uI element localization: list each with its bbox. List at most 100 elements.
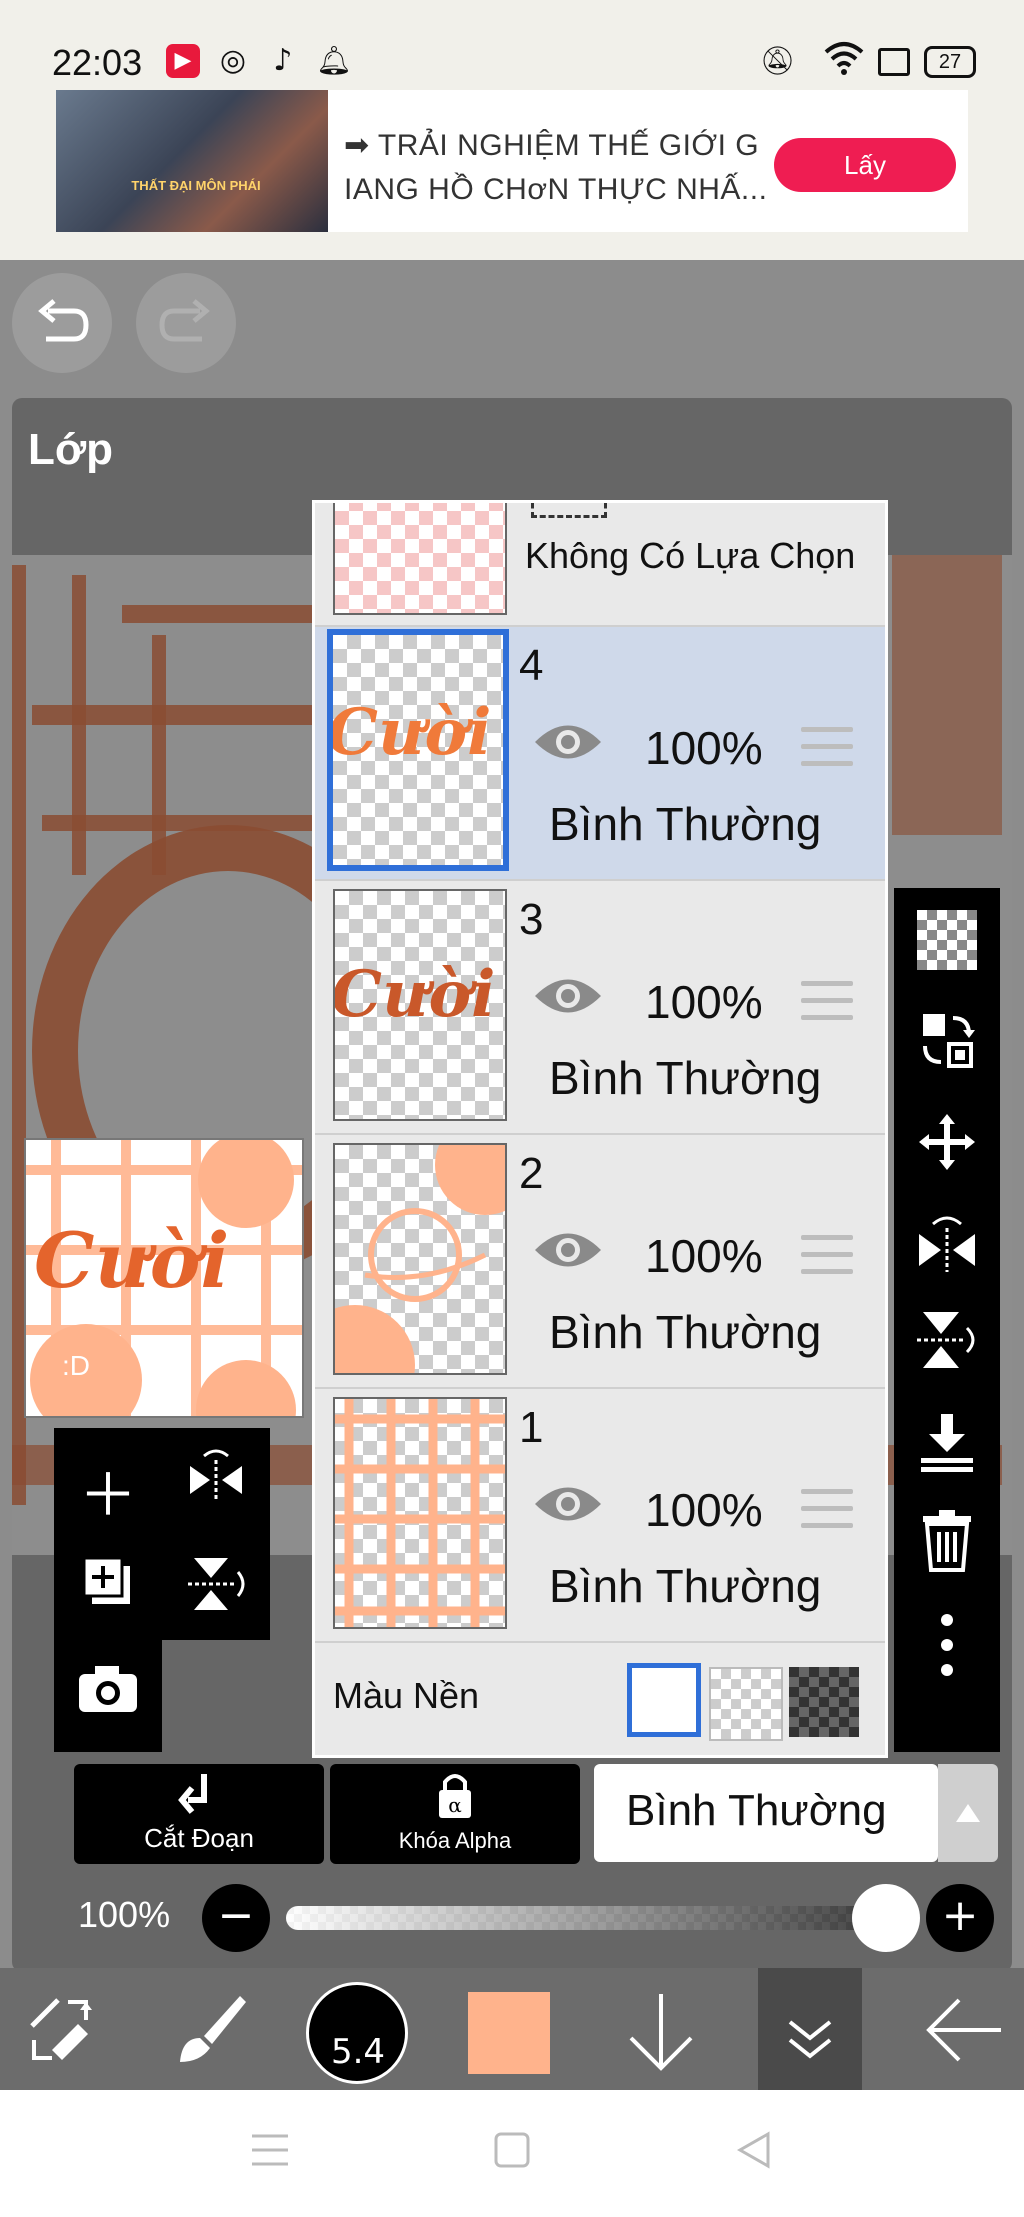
flip-horizontal-button[interactable] [162,1446,270,1510]
background-label: Màu Nền [333,1675,480,1716]
ad-banner[interactable]: THẤT ĐẠI MÔN PHÁI ➡ TRẢI NGHIỆM THẾ GIỚI… [56,90,968,232]
flip-horizontal-icon [190,1449,242,1502]
bg-dark-checker-option[interactable] [789,1667,859,1737]
delete-layer-button[interactable] [894,1508,1000,1576]
swap-layer-button[interactable] [894,1008,1000,1076]
clip-arrow-icon [178,1774,207,1814]
layer-row-3[interactable]: Cười 3 100% Bình Thường [315,881,885,1135]
layer-row-4[interactable]: Cười 4 100% Bình Thường [315,627,885,881]
clip-label: Cắt Đoạn [144,1823,254,1853]
visibility-eye-icon[interactable] [533,719,603,765]
layer-thumb-art [335,1399,505,1627]
home-button[interactable] [494,2132,530,2173]
layer-thumb-art [335,1145,505,1373]
add-layer-button[interactable]: ＋ [54,1448,162,1532]
move-button[interactable] [894,1110,1000,1178]
blend-mode-select[interactable]: Bình Thường [594,1764,938,1862]
layer-blend-mode: Bình Thường [549,1560,822,1612]
layer-thumbnail: Cười [333,889,507,1121]
right-tools [894,888,1000,1752]
layer-number: 3 [519,895,544,944]
menu-icon [252,2134,288,2166]
opacity-slider-knob[interactable] [852,1884,920,1952]
preview-face-text: :D [62,1350,90,1381]
trash-icon [923,1510,971,1572]
ad-text[interactable]: ➡ TRẢI NGHIỆM THẾ GIỚI G IANG HỒ CHơN TH… [344,124,824,212]
visibility-eye-icon[interactable] [533,973,603,1019]
blend-mode-dropdown-button[interactable] [938,1764,998,1862]
mute-icon: 🔕︎ [760,44,796,77]
opacity-decrease-button[interactable]: − [202,1884,270,1952]
bg-transparent-option[interactable] [709,1667,783,1741]
battery-level: 27 [938,51,962,73]
drag-handle-icon[interactable] [801,1489,853,1533]
layer-thumb-wordart: Cười [327,695,492,770]
layer-row-1[interactable]: 1 100% Bình Thường [315,1389,885,1643]
bg-white-option[interactable] [627,1663,701,1737]
undo-icon [38,299,89,342]
selection-layer-row[interactable]: Không Có Lựa Chọn [315,503,885,627]
color-picker-button[interactable] [456,1968,564,2090]
more-vertical-icon [941,1614,953,1676]
layer-number: 1 [519,1403,544,1452]
duplicate-layer-button[interactable] [54,1552,162,1616]
drag-handle-icon[interactable] [801,1235,853,1279]
brush-size-button[interactable]: 5.4 [304,1968,412,2090]
flip-vertical-right-button[interactable] [894,1308,1000,1376]
battery-icon: 27 [924,46,976,78]
undo-button[interactable] [12,273,112,373]
bottom-toolbar: 5.4 [0,1968,1024,2090]
flip-vertical-icon [917,1312,975,1368]
checker-icon [917,910,977,970]
transform-icon [30,1998,92,2060]
move-icon [919,1114,975,1170]
recents-button[interactable] [250,2132,290,2173]
more-options-button[interactable] [894,1610,1000,1684]
layer-thumb-wordart: Cười [333,957,496,1032]
back-nav-button[interactable] [736,2130,772,2175]
transparency-button[interactable] [894,910,1000,970]
ad-image[interactable]: THẤT ĐẠI MÔN PHÁI [56,90,328,232]
layer-down-button[interactable] [606,1968,716,2090]
flip-horizontal-right-button[interactable] [894,1210,1000,1278]
alpha-lock-button[interactable]: α Khóa Alpha [330,1764,580,1864]
triangle-back-icon [736,2131,770,2169]
arrow-down-icon [629,1994,693,2071]
flip-vertical-icon [188,1558,245,1610]
clip-button[interactable]: Cắt Đoạn [74,1764,324,1864]
minus-icon: − [217,1890,255,1941]
merge-down-button[interactable] [894,1410,1000,1478]
layer-thumbnail: Cười [327,629,509,871]
visibility-eye-icon[interactable] [533,1227,603,1273]
layer-opacity: 100% [645,1230,763,1282]
selection-label: Không Có Lựa Chọn [525,535,856,576]
selection-dashed-icon [531,503,607,518]
canvas-preview[interactable]: Cười :D [24,1138,304,1418]
redo-button[interactable] [136,273,236,373]
selection-thumbnail [333,503,507,615]
layer-opacity: 100% [645,1484,763,1536]
left-tools-camera [54,1640,162,1752]
duplicate-layer-icon [82,1556,130,1604]
drag-handle-icon[interactable] [801,727,853,771]
visibility-eye-icon[interactable] [533,1481,603,1527]
brush-tool-button[interactable] [148,1968,272,2090]
layer-panel-toggle-button[interactable] [758,1968,862,2090]
flip-vertical-button[interactable] [162,1552,270,1620]
brush-icon [180,1996,246,2062]
wifi-icon [824,40,864,81]
ad-text-line2: IANG HỒ CHơN THỰC NHẤ... [344,173,768,206]
drag-handle-icon[interactable] [801,981,853,1025]
opacity-label: 100% [78,1894,171,1935]
layer-row-2[interactable]: 2 100% Bình Thường [315,1135,885,1389]
opacity-increase-button[interactable]: + [926,1884,994,1952]
camera-import-button[interactable] [54,1662,162,1718]
opacity-slider[interactable] [286,1906,906,1930]
back-button[interactable] [904,1968,1024,2090]
ad-get-button[interactable]: Lấy [774,138,956,192]
ad-text-line1: ➡ TRẢI NGHIỆM THẾ GIỚI G [344,129,760,162]
layer-thumbnail [333,1143,507,1375]
transform-tool-button[interactable] [0,1968,124,2090]
layer-blend-mode: Bình Thường [549,1306,822,1358]
camera-icon [79,1666,137,1712]
